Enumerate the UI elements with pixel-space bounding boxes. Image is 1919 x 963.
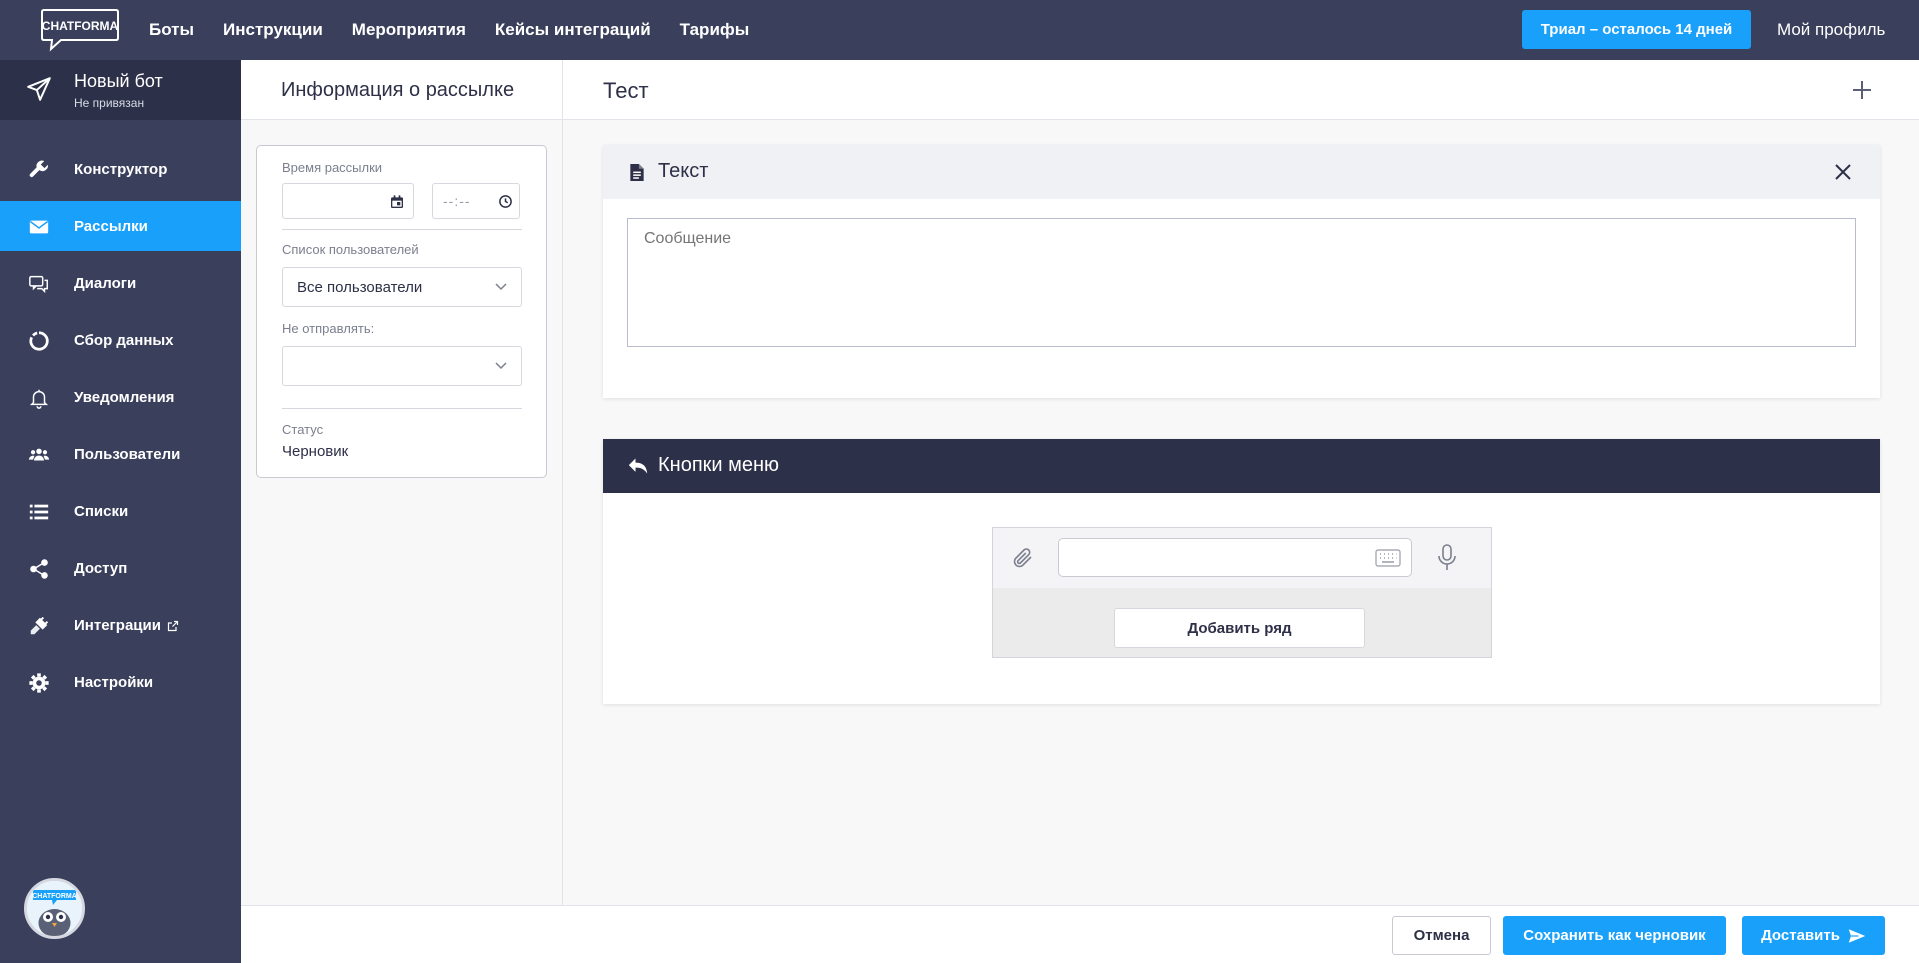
sidebar-item-users[interactable]: Пользователи	[0, 429, 241, 479]
sidebar-item-constructor[interactable]: Конструктор	[0, 144, 241, 194]
nav-pricing[interactable]: Тарифы	[680, 20, 750, 40]
close-icon[interactable]	[1834, 163, 1852, 181]
keyboard-input-row	[993, 528, 1491, 588]
chevron-down-icon	[495, 283, 507, 291]
reply-arrow-icon	[628, 457, 648, 475]
clock-icon[interactable]	[498, 194, 513, 209]
nav-bots[interactable]: Боты	[149, 20, 194, 40]
chatforma-logo[interactable]: CHATFORMA	[39, 8, 121, 52]
time-input[interactable]: --:--	[432, 183, 520, 219]
bottom-action-bar: Отмена Сохранить как черновик Доставить	[241, 905, 1919, 963]
sidebar-item-notifications[interactable]: Уведомления	[0, 372, 241, 422]
calendar-icon[interactable]	[389, 194, 405, 210]
status-label: Статус	[282, 422, 324, 437]
info-card: Время рассылки --:-- Список пользователе…	[256, 145, 547, 478]
sidebar-item-label: Интеграции	[74, 617, 179, 634]
sidebar-item-label: Доступ	[74, 559, 128, 577]
main-nav: Боты Инструкции Мероприятия Кейсы интегр…	[149, 0, 778, 60]
wrench-icon	[28, 159, 50, 181]
text-block-title: Текст	[658, 160, 709, 182]
divider	[282, 229, 522, 230]
logo-text: CHATFORMA	[42, 19, 119, 33]
bell-icon	[28, 387, 50, 409]
users-icon	[28, 444, 50, 466]
plug-icon	[28, 615, 50, 637]
sidebar-item-label: Уведомления	[74, 388, 175, 406]
envelope-icon	[28, 216, 50, 238]
paperclip-icon[interactable]	[1011, 546, 1035, 570]
users-list-label: Список пользователей	[282, 242, 419, 257]
avatar[interactable]: CHATFORMA	[24, 878, 85, 939]
sidebar-item-settings[interactable]: Настройки	[0, 657, 241, 707]
sidebar-item-label: Рассылки	[74, 217, 148, 235]
time-placeholder: --:--	[443, 193, 471, 209]
text-block-card: Текст	[603, 145, 1880, 398]
external-link-icon	[167, 620, 179, 632]
share-icon	[28, 558, 50, 580]
text-block-header: Текст	[603, 145, 1880, 199]
chevron-down-icon	[495, 362, 507, 370]
sidebar-item-label: Настройки	[74, 673, 154, 691]
message-textarea[interactable]	[627, 218, 1856, 347]
list-icon	[28, 501, 50, 523]
document-icon	[629, 163, 645, 182]
info-panel-title: Информация о рассылке	[241, 60, 562, 120]
nav-events[interactable]: Мероприятия	[352, 20, 466, 40]
nav-instructions[interactable]: Инструкции	[223, 20, 323, 40]
menu-buttons-header: Кнопки меню	[603, 439, 1880, 493]
sidebar-item-data-collection[interactable]: Сбор данных	[0, 315, 241, 365]
save-draft-button[interactable]: Сохранить как черновик	[1503, 916, 1726, 955]
sidebar-item-access[interactable]: Доступ	[0, 543, 241, 593]
send-arrow-icon	[1848, 928, 1866, 943]
exclude-label: Не отправлять:	[282, 321, 375, 336]
date-input[interactable]	[282, 183, 414, 219]
sidebar-item-label: Диалоги	[74, 274, 137, 292]
keyboard-icon[interactable]	[1375, 549, 1401, 567]
sidebar-item-label: Пользователи	[74, 445, 181, 463]
menu-buttons-title: Кнопки меню	[658, 454, 780, 476]
sidebar-item-label: Конструктор	[74, 160, 168, 178]
sidebar-item-label: Списки	[74, 502, 129, 520]
menu-buttons-card: Кнопки меню Добавить ряд	[603, 439, 1880, 704]
avatar-text: CHATFORMA	[32, 893, 77, 900]
trial-button[interactable]: Триал – осталось 14 дней	[1522, 10, 1751, 49]
users-list-select[interactable]: Все пользователи	[282, 267, 522, 307]
divider	[282, 408, 522, 409]
bot-status: Не привязан	[74, 96, 145, 110]
chat-icon	[28, 273, 50, 295]
chart-ring-icon	[28, 330, 50, 352]
top-navbar: CHATFORMA Боты Инструкции Мероприятия Ке…	[0, 0, 1919, 60]
paper-plane-icon	[26, 76, 52, 102]
profile-link[interactable]: Мой профиль	[1777, 0, 1885, 60]
keyboard-preview: Добавить ряд	[992, 527, 1492, 658]
microphone-icon[interactable]	[1437, 544, 1457, 572]
sidebar-item-label: Сбор данных	[74, 331, 174, 349]
main-header: Тест	[563, 60, 1919, 120]
keyboard-text-input[interactable]	[1058, 538, 1412, 577]
sidebar-item-integrations[interactable]: Интеграции	[0, 600, 241, 650]
sidebar-item-mailings[interactable]: Рассылки	[0, 201, 241, 251]
send-button[interactable]: Доставить	[1742, 916, 1885, 955]
bot-selector[interactable]: Новый бот Не привязан	[0, 60, 241, 120]
cancel-button[interactable]: Отмена	[1392, 916, 1491, 955]
sidebar: Новый бот Не привязан Конструктор Рассыл…	[0, 60, 241, 963]
send-label: Доставить	[1761, 927, 1840, 944]
plus-icon[interactable]	[1850, 78, 1874, 102]
nav-cases[interactable]: Кейсы интеграций	[495, 20, 651, 40]
time-label: Время рассылки	[282, 160, 383, 175]
bot-name: Новый бот	[74, 71, 163, 91]
add-row-button[interactable]: Добавить ряд	[1114, 608, 1365, 648]
integrations-label: Интеграции	[74, 616, 161, 634]
sidebar-item-dialogs[interactable]: Диалоги	[0, 258, 241, 308]
mailing-title[interactable]: Тест	[603, 78, 649, 104]
mailing-info-panel: Информация о рассылке Время рассылки --:…	[241, 60, 563, 905]
exclude-select[interactable]	[282, 346, 522, 386]
users-list-value: Все пользователи	[297, 279, 423, 296]
gear-icon	[28, 672, 50, 694]
status-value: Черновик	[282, 443, 349, 460]
sidebar-item-lists[interactable]: Списки	[0, 486, 241, 536]
